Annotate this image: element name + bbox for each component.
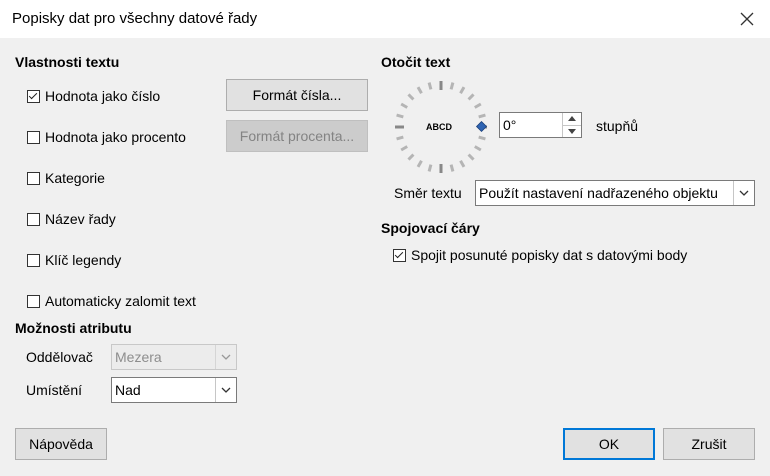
connect-labels-label: Spojit posunuté popisky dat s datovými b… xyxy=(411,247,688,263)
text-direction-value: Použít nastavení nadřazeného objektu xyxy=(479,185,718,201)
title-bar: Popisky dat pro všechny datové řady xyxy=(0,0,770,38)
attribute-options-heading: Možnosti atributu xyxy=(15,320,132,336)
dial-tick xyxy=(467,93,475,101)
series-name-checkbox[interactable]: Název řady xyxy=(27,209,116,229)
dial-tick xyxy=(396,135,404,141)
chevron-up-icon xyxy=(568,116,576,122)
checkbox-box xyxy=(27,130,40,144)
dial-tick xyxy=(449,164,455,172)
dial-tick xyxy=(396,113,404,119)
series-name-label: Název řady xyxy=(45,211,116,227)
placement-label: Umístění xyxy=(26,382,83,398)
auto-wrap-label: Automaticky zalomit text xyxy=(45,293,196,309)
dial-tick xyxy=(416,86,423,94)
dial-tick xyxy=(407,153,415,161)
dial-tick xyxy=(474,145,482,152)
number-format-button[interactable]: Formát čísla... xyxy=(226,79,368,111)
rotation-handle[interactable] xyxy=(475,120,488,133)
checkbox-box xyxy=(27,294,40,308)
window-title: Popisky dat pro všechny datové řady xyxy=(12,10,258,27)
value-as-percent-checkbox[interactable]: Hodnota jako procento xyxy=(27,127,186,147)
dial-tick xyxy=(478,113,486,119)
dial-tick xyxy=(449,82,455,90)
increment-button[interactable] xyxy=(563,113,581,126)
rotate-text-heading: Otočit text xyxy=(381,54,451,70)
separator-value: Mezera xyxy=(115,349,162,365)
cancel-button[interactable]: Zrušit xyxy=(663,428,755,460)
text-properties-heading: Vlastnosti textu xyxy=(15,54,120,70)
checkbox-box xyxy=(27,253,40,267)
chevron-down-icon xyxy=(568,128,576,134)
dial-text: ABCD xyxy=(426,122,452,132)
value-as-number-label: Hodnota jako číslo xyxy=(45,88,161,104)
degrees-value: 0° xyxy=(503,117,517,133)
value-as-number-checkbox[interactable]: Hodnota jako číslo xyxy=(27,86,160,106)
chevron-down-icon xyxy=(733,181,754,205)
dial-tick xyxy=(427,164,433,172)
rotation-dial[interactable]: ABCD xyxy=(393,79,489,175)
dial-tick xyxy=(427,82,433,90)
chevron-down-icon xyxy=(215,378,236,402)
dialog-content: Vlastnosti textu Hodnota jako číslo Hodn… xyxy=(0,38,770,476)
text-direction-select[interactable]: Použít nastavení nadřazeného objektu xyxy=(475,180,755,206)
dial-tick xyxy=(416,160,423,168)
text-direction-label: Směr textu xyxy=(394,185,462,201)
checkbox-box xyxy=(27,171,40,185)
dial-tick xyxy=(400,145,408,152)
checkbox-box xyxy=(27,89,40,103)
percent-format-button[interactable]: Formát procenta... xyxy=(226,120,368,152)
dial-tick xyxy=(459,160,466,168)
legend-key-checkbox[interactable]: Klíč legendy xyxy=(27,250,121,270)
close-icon xyxy=(740,12,754,26)
dial-tick xyxy=(407,93,415,101)
rotation-dial-graphic: ABCD xyxy=(395,81,488,173)
dial-tick xyxy=(474,102,482,109)
leader-lines-heading: Spojovací čáry xyxy=(381,220,480,236)
auto-wrap-checkbox[interactable]: Automaticky zalomit text xyxy=(27,291,196,311)
dial-tick xyxy=(478,135,486,141)
help-button[interactable]: Nápověda xyxy=(15,428,107,460)
value-as-percent-label: Hodnota jako procento xyxy=(45,129,186,145)
category-checkbox[interactable]: Kategorie xyxy=(27,168,105,188)
checkbox-box xyxy=(27,212,40,226)
degrees-unit-label: stupňů xyxy=(596,118,639,134)
placement-select[interactable]: Nad xyxy=(111,377,237,403)
category-label: Kategorie xyxy=(45,170,105,186)
separator-label: Oddělovač xyxy=(26,349,93,365)
dial-tick xyxy=(467,153,475,161)
checkbox-box xyxy=(393,248,406,262)
legend-key-label: Klíč legendy xyxy=(45,252,122,268)
dial-tick xyxy=(459,86,466,94)
chevron-down-icon xyxy=(215,345,236,369)
placement-value: Nad xyxy=(115,382,141,398)
dial-tick xyxy=(400,102,408,109)
degrees-spinbox[interactable]: 0° xyxy=(499,112,582,138)
decrement-button[interactable] xyxy=(563,126,581,138)
separator-select[interactable]: Mezera xyxy=(111,344,237,370)
close-button[interactable] xyxy=(724,0,770,38)
ok-button[interactable]: OK xyxy=(563,428,655,460)
connect-labels-checkbox[interactable]: Spojit posunuté popisky dat s datovými b… xyxy=(393,245,687,265)
